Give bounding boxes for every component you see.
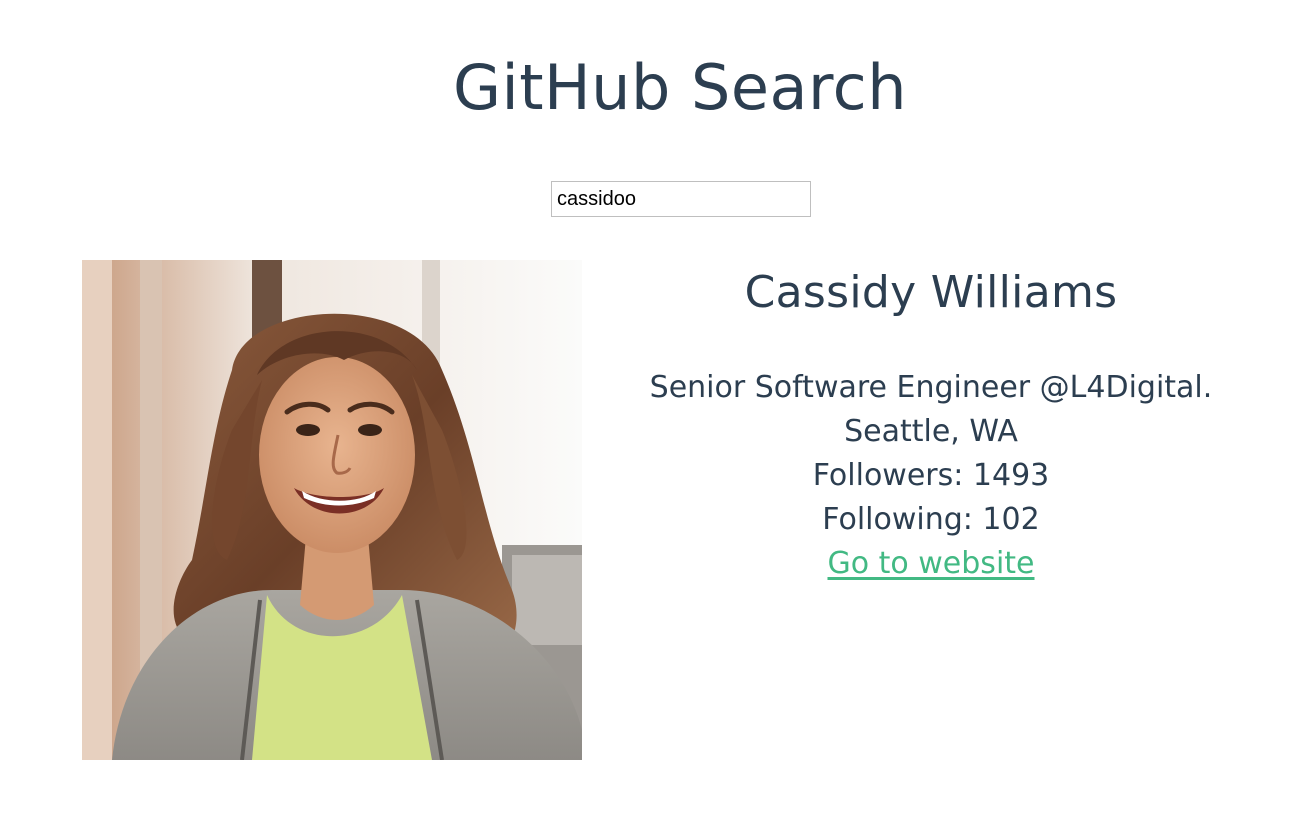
profile-location: Seattle, WA (844, 414, 1018, 449)
profile-card: Cassidy Williams Senior Software Enginee… (581, 258, 1281, 586)
avatar (82, 260, 582, 760)
followers-count: Followers: 1493 (812, 458, 1050, 493)
page-title: GitHub Search (452, 51, 908, 124)
search-input[interactable] (551, 181, 811, 217)
profile-bio: Senior Software Engineer @L4Digital. (649, 370, 1213, 405)
following-count: Following: 102 (822, 502, 1040, 537)
profile-details: Senior Software Engineer @L4Digital. Sea… (581, 366, 1281, 586)
website-link[interactable]: Go to website (827, 546, 1034, 581)
profile-name: Cassidy Williams (744, 267, 1118, 318)
